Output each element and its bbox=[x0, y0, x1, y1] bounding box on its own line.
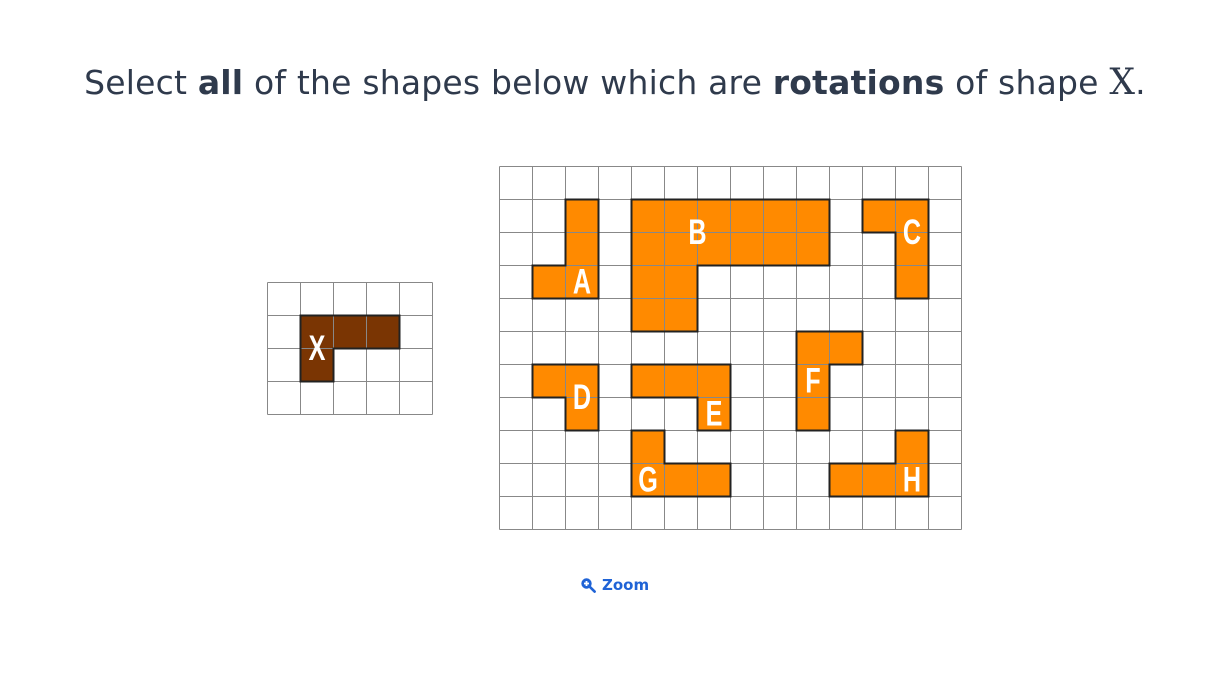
zoom-in-icon bbox=[580, 577, 596, 593]
shape-a-cell bbox=[565, 232, 599, 266]
shape-h-label: H bbox=[903, 460, 921, 499]
shape-g-cell bbox=[697, 463, 731, 497]
shape-b-cell bbox=[631, 232, 665, 266]
shape-b-label: B bbox=[688, 213, 706, 252]
shape-b-cell bbox=[730, 199, 764, 233]
shape-d-label: D bbox=[573, 378, 591, 417]
shape-h-cell bbox=[895, 430, 929, 464]
reference-grid: X bbox=[267, 282, 433, 415]
shape-c-label: C bbox=[903, 213, 921, 252]
shape-b-cell bbox=[796, 199, 830, 233]
shape-b-cell bbox=[796, 232, 830, 266]
shape-b-cell bbox=[664, 298, 698, 332]
shape-d-cell bbox=[532, 364, 566, 398]
shape-b-cell bbox=[631, 199, 665, 233]
options-grid[interactable]: A B C D E F G H bbox=[499, 166, 962, 530]
shape-b-cell bbox=[763, 199, 797, 233]
shape-h-cell bbox=[862, 463, 896, 497]
shape-c-cell bbox=[862, 199, 896, 233]
shape-e-cell bbox=[697, 364, 731, 398]
shape-b-cell bbox=[631, 298, 665, 332]
shape-h-cell bbox=[829, 463, 863, 497]
shape-x-label: X bbox=[309, 329, 326, 368]
shape-f-cell bbox=[796, 331, 830, 365]
shape-g-label: G bbox=[638, 460, 658, 499]
shape-e-label: E bbox=[706, 394, 723, 433]
shape-x-cell bbox=[333, 315, 367, 349]
shape-a-label: A bbox=[573, 262, 591, 301]
shape-c-cell bbox=[895, 265, 929, 299]
shape-f-cell bbox=[829, 331, 863, 365]
shape-g-cell bbox=[664, 463, 698, 497]
shape-b-cell bbox=[730, 232, 764, 266]
shape-b-cell bbox=[664, 265, 698, 299]
shape-e-cell bbox=[664, 364, 698, 398]
shape-a-cell bbox=[532, 265, 566, 299]
shape-f-label: F bbox=[805, 361, 820, 400]
zoom-label: Zoom bbox=[602, 576, 650, 594]
shapes-figure: X A B C D E F G H bbox=[267, 166, 962, 530]
shape-b-cell bbox=[631, 265, 665, 299]
shape-f-cell bbox=[796, 397, 830, 431]
zoom-button[interactable]: Zoom bbox=[580, 574, 649, 596]
shape-x-cell bbox=[366, 315, 400, 349]
shape-a-cell bbox=[565, 199, 599, 233]
shape-b-cell bbox=[763, 232, 797, 266]
shape-g-cell bbox=[631, 430, 665, 464]
shape-e-cell bbox=[631, 364, 665, 398]
